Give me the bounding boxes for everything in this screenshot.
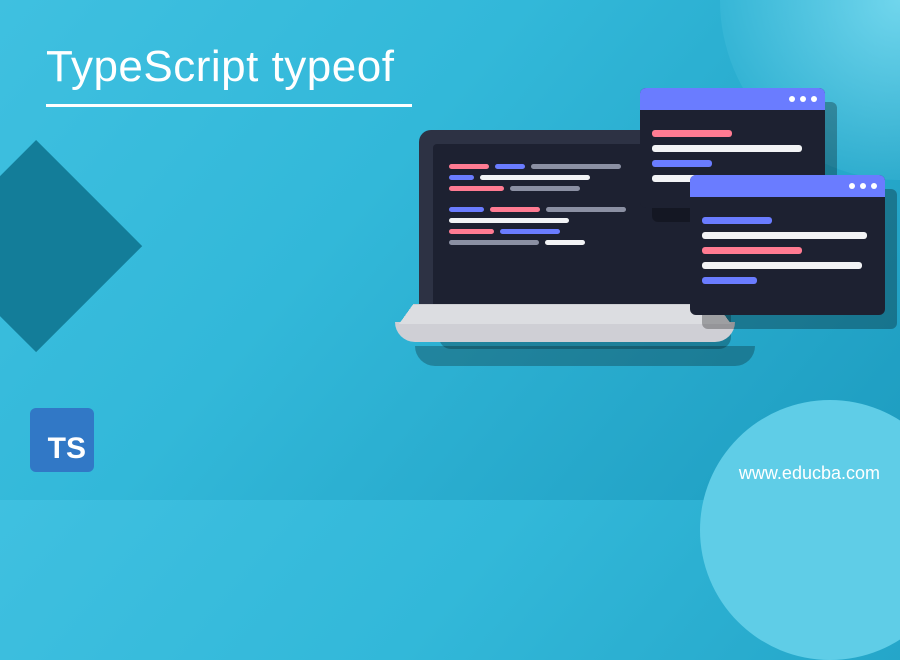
page-title-block: TypeScript typeof — [46, 42, 412, 107]
decor-circle — [700, 400, 900, 660]
window-dot-icon — [800, 96, 806, 102]
typescript-logo-icon: TS — [30, 408, 94, 472]
window-dot-icon — [849, 183, 855, 189]
laptop-keyboard — [399, 304, 731, 324]
window-dot-icon — [860, 183, 866, 189]
window-titlebar — [640, 88, 825, 110]
window-titlebar — [690, 175, 885, 197]
code-window-icon — [690, 175, 885, 315]
decor-square — [0, 140, 142, 352]
laptop-base — [395, 322, 735, 342]
code-snippet — [449, 207, 681, 245]
code-card-body — [690, 197, 885, 304]
site-url: www.educba.com — [739, 463, 880, 484]
window-dot-icon — [789, 96, 795, 102]
badge-label: TS — [48, 432, 86, 466]
page-title: TypeScript typeof — [46, 42, 394, 92]
window-dot-icon — [811, 96, 817, 102]
window-dot-icon — [871, 183, 877, 189]
